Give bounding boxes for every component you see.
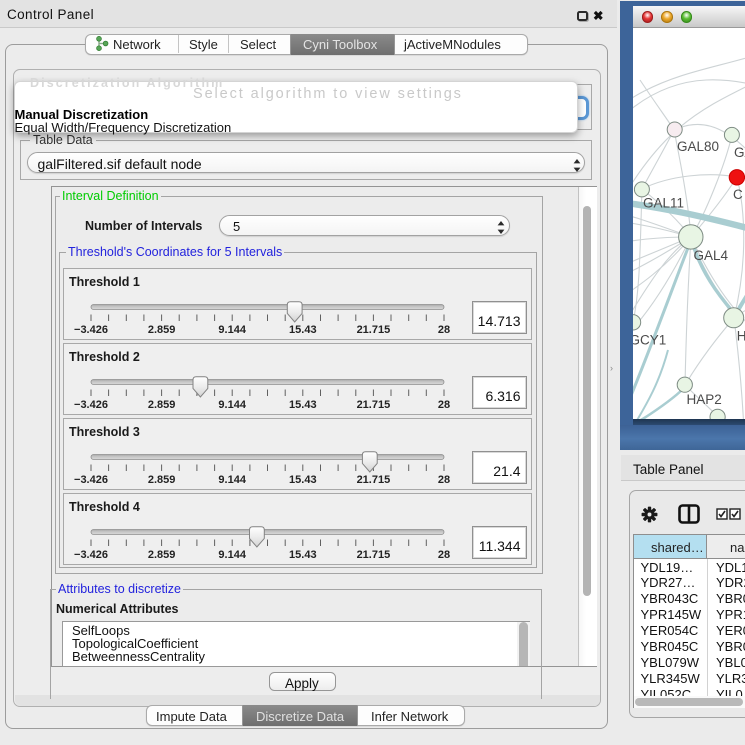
svg-text:H: H: [737, 329, 745, 344]
svg-text:GAL80: GAL80: [677, 139, 719, 154]
svg-text:GA: GA: [734, 145, 745, 160]
svg-text:GAL11: GAL11: [643, 196, 684, 211]
svg-text:C: C: [733, 187, 743, 202]
svg-text:GCY1: GCY1: [633, 333, 666, 348]
svg-text:HAP2: HAP2: [687, 392, 722, 407]
svg-text:GAL4: GAL4: [694, 248, 729, 263]
